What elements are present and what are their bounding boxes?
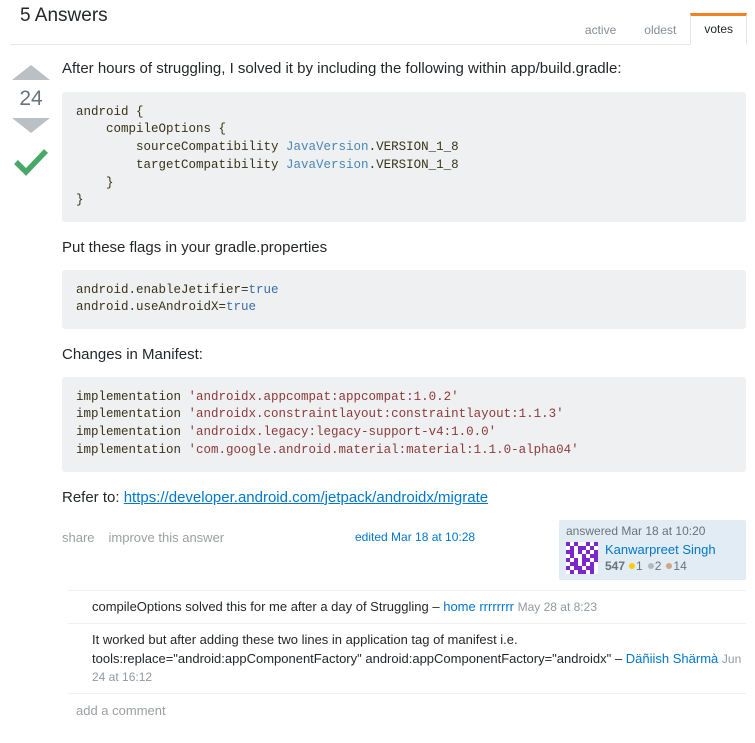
- badge-silver[interactable]: 2: [647, 559, 667, 574]
- code-token-string: 'com.google.android.material:material:1.…: [188, 442, 579, 457]
- answers-header: 5 Answers active oldest votes: [10, 0, 747, 45]
- post-meta-row: share improve this answer edited Mar 18 …: [62, 520, 746, 581]
- answered-timestamp: answered Mar 18 at 10:20: [566, 524, 706, 538]
- accepted-answer-checkmark-icon[interactable]: [0, 147, 62, 177]
- user-info: Kanwarpreet Singh 547 1 2 14: [605, 542, 716, 574]
- comment-item: It worked but after adding these two lin…: [68, 623, 746, 693]
- comment-dash: –: [614, 650, 623, 666]
- code-line-prefix: implementation: [76, 442, 189, 457]
- vote-cell: 24: [0, 59, 62, 580]
- vote-score: 24: [19, 87, 43, 110]
- answer-refer-paragraph: Refer to: https://developer.android.com/…: [62, 488, 746, 508]
- refer-prefix-text: Refer to:: [62, 488, 124, 506]
- answer-paragraph-3: Changes in Manifest:: [62, 346, 203, 363]
- code-line-prefix: targetCompatibility: [76, 157, 287, 172]
- code-token-string: 'androidx.legacy:legacy-support-v4:1.0.0…: [188, 425, 497, 439]
- comment-body: compileOptions solved this for me after …: [92, 599, 429, 615]
- code-line-prefix: sourceCompatibility: [76, 140, 287, 154]
- comment-author-link[interactable]: home rrrrrrrr: [443, 599, 514, 614]
- code-line: }: [76, 193, 84, 208]
- code-line-prefix: implementation: [76, 389, 189, 404]
- answer-intro-paragraph: After hours of struggling, I solved it b…: [62, 60, 622, 77]
- answerer-user-card: answered Mar 18 at 10:20 Kanwarpreet Sin…: [559, 520, 746, 581]
- code-token-type: JavaVersion: [286, 140, 369, 154]
- page-title: 5 Answers: [20, 5, 108, 26]
- add-comment-row: add a comment: [68, 692, 746, 719]
- comment-timestamp[interactable]: May 28 at 8:23: [518, 600, 597, 614]
- downvote-arrow-icon[interactable]: [12, 118, 50, 133]
- answer-post: 24 After hours of struggling, I solved i…: [0, 45, 755, 581]
- comment-dash: –: [432, 599, 440, 615]
- tab-votes[interactable]: votes: [690, 13, 747, 45]
- edited-timestamp[interactable]: edited Mar 18 at 10:28: [355, 530, 475, 544]
- code-line: compileOptions {: [76, 122, 227, 137]
- answer-paragraph-2: Put these flags in your gradle.propertie…: [62, 239, 328, 256]
- tab-oldest[interactable]: oldest: [630, 15, 690, 45]
- badge-bronze[interactable]: 14: [666, 559, 691, 573]
- comment-author-link[interactable]: Däñiish Shärmà: [626, 651, 719, 666]
- code-line-prefix: implementation: [76, 407, 189, 422]
- user-details: Kanwarpreet Singh 547 1 2 14: [566, 542, 740, 575]
- comment-body: It worked but after adding these two lin…: [92, 632, 612, 666]
- code-block-gradle: android { compileOptions { sourceCompati…: [62, 91, 746, 222]
- answer-sort-tabs: active oldest votes: [571, 0, 747, 45]
- upvote-arrow-icon[interactable]: [12, 65, 50, 80]
- code-token-string: 'androidx.appcompat:appcompat:1.0.2': [188, 389, 459, 404]
- bronze-badge-count: 14: [673, 559, 687, 574]
- code-block-properties: android.enableJetifier=true android.useA…: [62, 269, 746, 329]
- post-action-links: share improve this answer: [62, 520, 224, 545]
- bronze-badge-dot-icon: [666, 563, 673, 570]
- username-link[interactable]: Kanwarpreet Singh: [605, 542, 716, 558]
- code-block-dependencies: implementation 'androidx.appcompat:appco…: [62, 376, 746, 472]
- user-reputation-badges: 547 1 2 14: [605, 559, 716, 573]
- silver-badge-count: 2: [654, 559, 662, 574]
- improve-answer-link[interactable]: improve this answer: [109, 530, 225, 545]
- silver-badge-dot-icon: [647, 563, 654, 570]
- share-link[interactable]: share: [62, 530, 95, 545]
- badge-gold[interactable]: 1: [629, 559, 648, 573]
- reputation-score: 547: [605, 559, 626, 574]
- androidx-migrate-link[interactable]: https://developer.android.com/jetpack/an…: [124, 489, 488, 506]
- code-token-type: JavaVersion: [286, 157, 369, 172]
- add-comment-link[interactable]: add a comment: [76, 703, 166, 718]
- code-token-keyword: true: [226, 300, 257, 315]
- comment-item: compileOptions solved this for me after …: [68, 590, 746, 623]
- code-line: android {: [76, 104, 144, 119]
- comments-section: compileOptions solved this for me after …: [68, 590, 755, 719]
- code-line: }: [76, 175, 114, 190]
- avatar[interactable]: [566, 542, 598, 575]
- gold-badge-dot-icon: [629, 563, 636, 570]
- code-token-keyword: true: [248, 282, 279, 297]
- answer-body: After hours of struggling, I solved it b…: [62, 59, 755, 581]
- code-token-string: 'androidx.constraintlayout:constraintlay…: [188, 407, 564, 422]
- tab-active[interactable]: active: [571, 15, 630, 45]
- code-line-prefix: implementation: [76, 425, 189, 439]
- code-line-prefix: android.useAndroidX=: [76, 300, 227, 315]
- gold-badge-count: 1: [636, 559, 643, 574]
- code-line-suffix: .VERSION_1_8: [368, 140, 459, 154]
- code-line-suffix: .VERSION_1_8: [368, 157, 459, 172]
- code-line-prefix: android.enableJetifier=: [76, 282, 249, 297]
